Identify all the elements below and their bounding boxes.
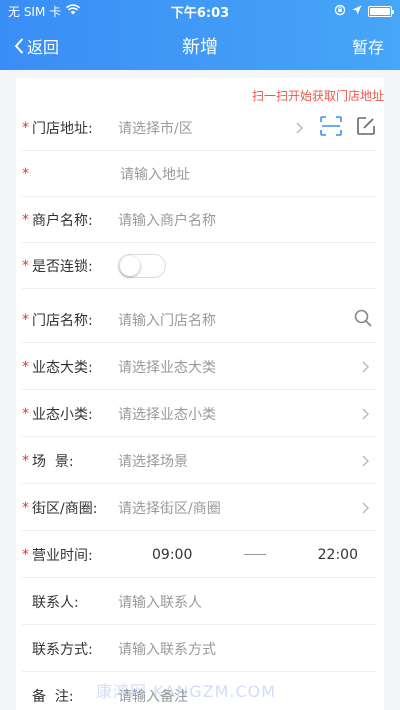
business-category-row[interactable]: * 业态大类: 请选择业态大类: [22, 344, 376, 390]
toggle-knob: [120, 255, 140, 276]
store-name-label: 门店名称:: [32, 312, 93, 329]
store-name-input[interactable]: 请输入门店名称: [118, 310, 354, 330]
contact-method-label: 联系方式:: [32, 641, 93, 658]
district-label: 街区/商圈:: [32, 500, 98, 517]
wifi-icon: [66, 4, 81, 18]
required-mark: *: [22, 119, 29, 136]
carrier-label: 无 SIM 卡: [8, 4, 62, 19]
store-address-label: 门店地址:: [32, 120, 93, 137]
edit-icon[interactable]: [356, 116, 376, 140]
location-icon: [352, 4, 362, 18]
battery-icon: [368, 5, 394, 17]
scene-label: 场 景:: [32, 453, 74, 470]
scene-row[interactable]: * 场 景: 请选择场景: [22, 438, 376, 484]
status-time: 下午6:03: [170, 5, 230, 21]
remarks-label: 备 注:: [32, 689, 74, 705]
remarks-input[interactable]: 请输入备注: [118, 686, 376, 706]
business-category-label: 业态大类:: [32, 359, 93, 376]
chevron-right-icon: [358, 454, 372, 467]
required-mark: *: [22, 311, 29, 328]
address-detail-input[interactable]: 请输入地址: [118, 164, 376, 184]
search-icon[interactable]: [354, 309, 372, 331]
time-range-divider: [244, 554, 266, 555]
back-label: 返回: [27, 38, 60, 57]
business-category-select[interactable]: 请选择业态大类: [118, 357, 358, 377]
address-detail-row[interactable]: * 请输入地址: [22, 151, 376, 197]
is-chain-label: 是否连锁:: [32, 258, 93, 275]
business-subcategory-select[interactable]: 请选择业态小类: [118, 404, 358, 424]
contact-person-input[interactable]: 请输入联系人: [118, 592, 376, 612]
chevron-right-icon: [358, 501, 372, 514]
required-mark: *: [22, 165, 29, 182]
required-mark: *: [22, 405, 29, 422]
nav-bar: 返回 新增 暂存: [0, 22, 400, 70]
district-row[interactable]: * 街区/商圈: 请选择街区/商圈: [22, 485, 376, 531]
merchant-name-input[interactable]: 请输入商户名称: [118, 210, 376, 230]
chevron-right-icon: [292, 121, 306, 134]
scan-icon[interactable]: [320, 115, 342, 140]
store-address-row[interactable]: * 门店地址: 请选择市/区: [22, 105, 376, 151]
is-chain-row: * 是否连锁:: [22, 243, 376, 289]
required-mark: *: [22, 499, 29, 516]
business-hours-label: 营业时间:: [32, 547, 93, 564]
chevron-left-icon: [15, 38, 23, 54]
contact-method-row[interactable]: 联系方式: 请输入联系方式: [22, 626, 376, 672]
page-title: 新增: [182, 37, 218, 58]
scan-hint-link[interactable]: 扫一扫开始获取门店地址: [252, 87, 384, 104]
required-mark: *: [22, 546, 29, 563]
save-draft-button[interactable]: 暂存: [352, 22, 384, 70]
district-select[interactable]: 请选择街区/商圈: [118, 498, 358, 518]
status-bar: 无 SIM 卡 下午6:03: [0, 0, 400, 22]
contact-method-input[interactable]: 请输入联系方式: [118, 639, 376, 659]
back-button[interactable]: 返回: [14, 22, 59, 70]
business-hours-row: * 营业时间: 09:00 22:00: [22, 532, 376, 578]
business-subcategory-row[interactable]: * 业态小类: 请选择业态小类: [22, 391, 376, 437]
required-mark: *: [22, 358, 29, 375]
business-subcategory-label: 业态小类:: [32, 406, 93, 423]
chevron-right-icon: [358, 407, 372, 420]
store-address-select[interactable]: 请选择市/区: [118, 118, 292, 138]
required-mark: *: [22, 257, 29, 274]
store-name-row[interactable]: * 门店名称: 请输入门店名称: [22, 297, 376, 343]
contact-person-label: 联系人:: [32, 594, 79, 611]
required-mark: *: [22, 452, 29, 469]
chevron-right-icon: [358, 360, 372, 373]
form-card: 扫一扫开始获取门店地址 * 门店地址: 请选择市/区 * 请输入地址 * 商户名称:…: [16, 78, 384, 710]
rotation-lock-icon: [334, 4, 346, 19]
remarks-row[interactable]: 备 注: 请输入备注: [22, 673, 376, 710]
close-time-picker[interactable]: 22:00: [318, 547, 358, 563]
scene-select[interactable]: 请选择场景: [118, 451, 358, 471]
required-mark: *: [22, 211, 29, 228]
is-chain-toggle[interactable]: [118, 253, 166, 278]
contact-person-row[interactable]: 联系人: 请输入联系人: [22, 579, 376, 625]
merchant-name-row[interactable]: * 商户名称: 请输入商户名称: [22, 197, 376, 243]
merchant-name-label: 商户名称:: [32, 212, 93, 229]
open-time-picker[interactable]: 09:00: [152, 547, 192, 563]
